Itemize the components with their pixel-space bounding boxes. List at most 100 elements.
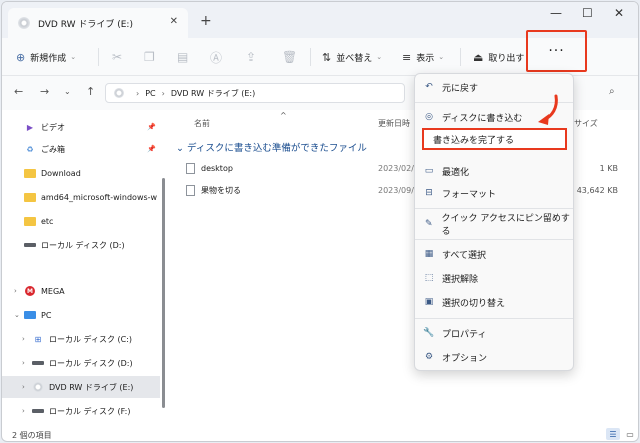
recent-chevron-icon[interactable]: ⌄ — [64, 87, 71, 96]
clipboard-icon: ▤ — [177, 50, 189, 64]
menu-item-label: オプション — [442, 353, 488, 364]
new-label: 新規作成 — [30, 53, 67, 64]
sidebar-item-mega[interactable]: › M MEGA — [2, 280, 160, 302]
eject-button[interactable]: ⏏ 取り出す — [473, 38, 524, 76]
pin-icon[interactable]: 📌 — [147, 145, 156, 153]
sidebar-item-local-disk-f[interactable]: › ローカル ディスク (F:) — [2, 400, 160, 422]
breadcrumb-current[interactable]: DVD RW ドライブ (E:) — [171, 88, 255, 99]
video-icon: ▶ — [26, 122, 34, 132]
sidebar-item-local-disk-c[interactable]: › ⊞ ローカル ディスク (C:) — [2, 328, 160, 350]
eject-label: 取り出す — [488, 53, 525, 64]
menu-item-select-all[interactable]: ▦ すべて選択 — [415, 243, 573, 265]
rename-button[interactable]: Ⓐ — [210, 38, 222, 76]
recycle-bin-icon: ♻ — [26, 144, 34, 154]
folder-icon — [24, 168, 36, 178]
divider — [98, 48, 99, 66]
close-button[interactable]: ✕ — [614, 6, 624, 20]
address-bar[interactable]: › PC › DVD RW ドライブ (E:) — [105, 83, 405, 103]
chevron-right-icon[interactable]: › — [22, 407, 32, 415]
menu-item-label: ディスクに書き込む — [442, 113, 523, 124]
tiles-view-icon[interactable]: ▭ — [623, 428, 637, 440]
menu-item-format[interactable]: ⊟ フォーマット — [415, 182, 573, 204]
menu-item-select-none[interactable]: ⬚ 選択解除 — [415, 267, 573, 289]
menu-item-finish-burning[interactable]: 書き込みを完了する — [422, 128, 567, 150]
menu-item-invert-selection[interactable]: ▣ 選択の切り替え — [415, 291, 573, 313]
sidebar-item-local-disk-d-pinned[interactable]: ローカル ディスク (D:) — [2, 234, 160, 256]
menu-item-options[interactable]: ⚙ オプション — [415, 346, 573, 368]
delete-button[interactable]: 🗑 — [282, 38, 297, 76]
tab-dvd-drive[interactable]: DVD RW ドライブ (E:) ✕ — [8, 8, 188, 38]
folder-icon — [24, 192, 36, 202]
chevron-down-icon[interactable]: ⌄ — [14, 311, 24, 319]
breadcrumb-pc[interactable]: PC — [145, 89, 155, 98]
menu-divider — [415, 239, 573, 240]
cut-button[interactable]: ✂ — [112, 38, 122, 76]
menu-item-label: 元に戻す — [442, 83, 479, 94]
scissors-icon: ✂ — [112, 50, 123, 64]
sidebar-item-local-disk-d[interactable]: › ローカル ディスク (D:) — [2, 352, 160, 374]
tab-title: DVD RW ドライブ (E:) — [38, 19, 133, 30]
wrench-icon: 🔧 — [423, 328, 435, 338]
share-button[interactable]: ⇪ — [246, 38, 256, 76]
chevron-right-icon[interactable]: › — [22, 383, 32, 391]
menu-item-properties[interactable]: 🔧 プロパティ — [415, 322, 573, 344]
menu-item-label: 選択の切り替え — [442, 298, 506, 309]
sidebar-item-recycle-bin[interactable]: ♻ ごみ箱 — [2, 138, 160, 160]
select-all-icon: ▦ — [424, 249, 434, 259]
menu-item-optimize[interactable]: ▭ 最適化 — [415, 160, 573, 182]
sidebar-item-amd64[interactable]: amd64_microsoft-windows-w — [2, 186, 160, 208]
details-view-icon[interactable]: ☰ — [606, 428, 620, 440]
breadcrumb-separator: › — [161, 88, 165, 98]
group-title: ディスクに書き込む準備ができたファイル — [187, 143, 367, 154]
sidebar-item-download[interactable]: Download — [2, 162, 160, 184]
file-date: 2023/02/2 — [378, 163, 420, 173]
sidebar-item-label: ごみ箱 — [41, 144, 65, 154]
forward-arrow-icon[interactable]: → — [40, 85, 49, 98]
file-icon — [186, 184, 195, 196]
pin-icon[interactable]: 📌 — [147, 123, 156, 131]
chevron-right-icon[interactable]: › — [22, 359, 32, 367]
format-icon: ⊟ — [425, 188, 433, 198]
sidebar-item-dvd-drive[interactable]: › DVD RW ドライブ (E:) — [2, 376, 160, 398]
menu-item-label: プロパティ — [442, 329, 487, 340]
sidebar-scrollbar[interactable] — [162, 178, 165, 408]
sidebar-item-etc[interactable]: etc — [2, 210, 160, 232]
paste-button[interactable]: ▤ — [177, 38, 188, 76]
menu-divider — [415, 208, 573, 209]
back-arrow-icon[interactable]: ← — [14, 85, 23, 98]
chevron-down-icon: ⌄ — [70, 53, 77, 61]
menu-item-pin-quick-access[interactable]: ✎ クイック アクセスにピン留めする — [415, 213, 573, 237]
rename-icon: Ⓐ — [210, 50, 223, 65]
file-name: 果物を切る — [201, 185, 241, 195]
new-tab-button[interactable]: + — [200, 13, 212, 29]
dvd-disc-icon — [32, 382, 44, 392]
column-header-date[interactable]: 更新日時 — [378, 118, 410, 129]
tab-close-icon[interactable]: ✕ — [170, 16, 178, 27]
view-button[interactable]: ≡ 表示 ⌄ — [402, 38, 444, 76]
chevron-right-icon[interactable]: › — [22, 335, 32, 343]
sidebar-item-videos[interactable]: ▶ ビデオ — [2, 116, 160, 138]
maximize-button[interactable]: ☐ — [582, 6, 593, 20]
chevron-down-icon: ⌄ — [376, 53, 383, 61]
folder-icon — [24, 216, 36, 226]
gear-icon: ⚙ — [424, 352, 434, 362]
divider — [310, 48, 311, 66]
minimize-button[interactable]: — — [550, 6, 562, 20]
file-group-header[interactable]: ⌄ ディスクに書き込む準備ができたファイル — [176, 140, 367, 154]
navigation-pane: ▶ ビデオ 📌 ♻ ごみ箱 📌 Download amd64_microsoft… — [2, 110, 162, 428]
new-button[interactable]: ⊕ 新規作成 ⌄ — [16, 38, 76, 76]
search-icon[interactable]: ⌕ — [609, 86, 615, 97]
sort-icon: ⇅ — [322, 50, 332, 64]
column-header-size[interactable]: サイズ — [574, 118, 598, 129]
up-arrow-icon[interactable]: ↑ — [86, 85, 95, 98]
undo-icon: ↶ — [425, 82, 433, 92]
more-options-button[interactable]: ··· — [526, 30, 587, 72]
sidebar-item-pc[interactable]: ⌄ PC — [2, 304, 160, 326]
status-item-count: 2 個の項目 — [12, 431, 52, 440]
sort-button[interactable]: ⇅ 並べ替え ⌄ — [322, 38, 382, 76]
sidebar-item-label: ローカル ディスク (D:) — [41, 240, 125, 250]
column-header-name[interactable]: 名前 — [194, 118, 210, 129]
chevron-right-icon[interactable]: › — [14, 287, 24, 295]
annotation-arrow-icon — [538, 94, 558, 125]
copy-button[interactable]: ❐ — [144, 38, 155, 76]
